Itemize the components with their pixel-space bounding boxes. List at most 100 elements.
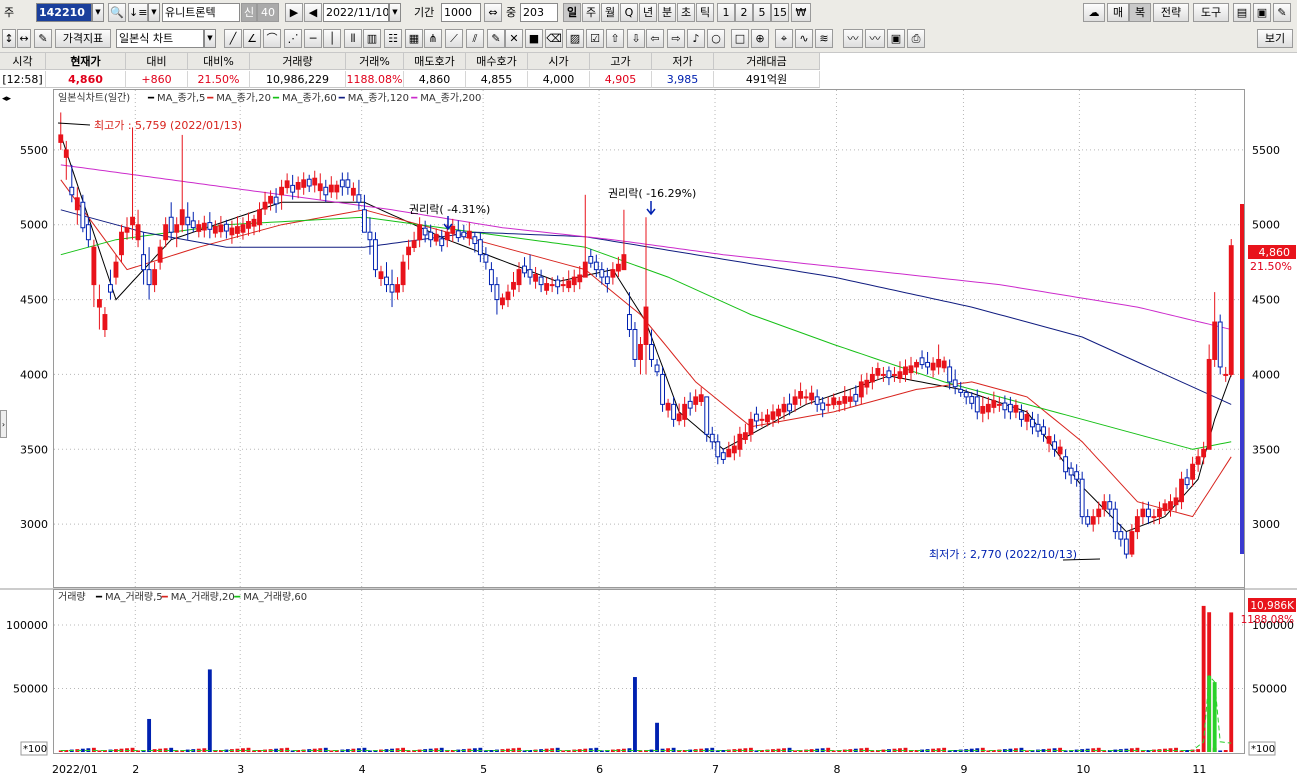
volume-bar xyxy=(953,750,958,752)
print-icon[interactable]: ⎙ xyxy=(907,29,925,48)
tools-button[interactable]: 도구 xyxy=(1193,3,1229,22)
circle-icon[interactable]: ○ xyxy=(707,29,725,48)
stock-name-field[interactable]: 유니트론텍 xyxy=(162,3,240,22)
quote-value-1: 4,860 xyxy=(46,71,126,88)
period-button-9[interactable]: 2 xyxy=(735,3,753,22)
magnify-icon[interactable]: ⊕ xyxy=(751,29,769,48)
sort-dropdown-arrow[interactable]: ▼ xyxy=(148,3,160,22)
sort-icon[interactable]: ↓≡ xyxy=(128,3,148,22)
angle-line-icon[interactable]: ∠ xyxy=(243,29,261,48)
prev-icon[interactable]: ◀ xyxy=(304,3,322,22)
edit-icon[interactable]: ✎ xyxy=(34,29,52,48)
signal-icon[interactable]: 〰 xyxy=(843,29,863,48)
trade-button[interactable]: 매 xyxy=(1107,3,1129,22)
fan-icon[interactable]: ⋰ xyxy=(284,29,302,48)
arc-icon[interactable]: ⌒ xyxy=(263,29,281,48)
period-button-5[interactable]: 분 xyxy=(658,3,676,22)
candle-body xyxy=(593,261,599,271)
date-dropdown-arrow[interactable]: ▼ xyxy=(389,3,401,22)
view-button[interactable]: 보기 xyxy=(1257,29,1293,48)
crosshair-icon[interactable]: ⌖ xyxy=(775,29,793,48)
check-icon[interactable]: ☑ xyxy=(586,29,604,48)
legend-dash: ━ xyxy=(206,93,214,104)
parallel-icon[interactable]: ⫽ xyxy=(466,29,484,48)
volume-bar xyxy=(1113,749,1118,752)
period-button-11[interactable]: 15 xyxy=(771,3,789,22)
period-button-10[interactable]: 5 xyxy=(753,3,771,22)
line-icon[interactable]: ╱ xyxy=(224,29,242,48)
grid-icon[interactable]: ▥ xyxy=(363,29,381,48)
period-button-12[interactable]: ₩ xyxy=(791,3,811,22)
candle-body xyxy=(284,180,290,189)
rect-icon[interactable]: □ xyxy=(731,29,749,48)
chart-type-select[interactable]: 일본식 차트 xyxy=(116,29,204,48)
vertical-resize-icon[interactable]: ↕ xyxy=(2,29,16,48)
search-icon[interactable]: 🔍 xyxy=(108,3,126,22)
candle-body xyxy=(339,179,345,188)
next-icon[interactable]: ▶ xyxy=(285,3,303,22)
candle-body xyxy=(781,403,787,413)
trend-icon[interactable]: ⟋ xyxy=(445,29,463,48)
candle-body xyxy=(1157,508,1162,518)
cross-icon[interactable]: ✕ xyxy=(505,29,523,48)
table-icon[interactable]: ☷ xyxy=(384,29,402,48)
candle-body xyxy=(1140,508,1146,518)
volume-bar xyxy=(169,747,174,752)
picture-icon[interactable]: ▨ xyxy=(566,29,584,48)
grid2-icon[interactable]: ▦ xyxy=(405,29,423,48)
legend-ma-price: MA_종가,60 xyxy=(282,92,337,104)
note-icon[interactable]: ♪ xyxy=(687,29,705,48)
candle-body xyxy=(119,231,124,256)
period-input[interactable]: 1000 xyxy=(441,3,481,22)
volume-tick-right: 50000 xyxy=(1252,682,1287,695)
hline-icon[interactable]: ─ xyxy=(304,29,322,48)
vline-icon[interactable]: │ xyxy=(323,29,341,48)
up-arrow-icon[interactable]: ⇧ xyxy=(606,29,624,48)
wave-icon[interactable]: ∿ xyxy=(795,29,813,48)
zoom-icon[interactable]: ⇔ xyxy=(484,3,502,22)
pct-tag: 21.50% xyxy=(1250,260,1292,273)
count-input[interactable]: 203 xyxy=(520,3,558,22)
eraser-icon[interactable]: ⌫ xyxy=(545,29,563,48)
quote-value-7: 4,855 xyxy=(466,71,528,88)
vlines-icon[interactable]: ⦀ xyxy=(344,29,362,48)
cloud-icon[interactable]: ☁ xyxy=(1083,3,1105,22)
multi-button[interactable]: 복 xyxy=(1129,3,1151,22)
candle-body xyxy=(157,246,163,263)
right-arrow-icon[interactable]: ⇨ xyxy=(667,29,685,48)
chart-type-dropdown-arrow[interactable]: ▼ xyxy=(204,29,216,48)
quote-value-11: 491억원 xyxy=(714,71,820,88)
down-arrow-icon[interactable]: ⇩ xyxy=(627,29,645,48)
strategy-button[interactable]: 전략 xyxy=(1153,3,1189,22)
screenshot-icon[interactable]: ▣ xyxy=(887,29,905,48)
save-icon[interactable]: ▣ xyxy=(1253,3,1271,22)
price-volume-chart[interactable]: 3000 3000 3500 3500 4000 4000 4500 4500 5000 5000… xyxy=(0,89,1297,776)
period-button-6[interactable]: 초 xyxy=(677,3,695,22)
wave2-icon[interactable]: ≋ xyxy=(815,29,833,48)
period-button-3[interactable]: Q xyxy=(620,3,638,22)
collapse-panel-handle[interactable]: › xyxy=(0,410,7,438)
period-button-4[interactable]: 년 xyxy=(639,3,657,22)
candle-body xyxy=(500,297,505,306)
price-indicator-button[interactable]: 가격지표 xyxy=(55,29,111,48)
candle-body xyxy=(803,396,809,399)
color-icon[interactable]: ■ xyxy=(525,29,543,48)
period-button-0[interactable]: 일 xyxy=(563,3,581,22)
open-folder-icon[interactable]: ▤ xyxy=(1233,3,1251,22)
left-arrow-icon[interactable]: ⇦ xyxy=(646,29,664,48)
horizontal-resize-icon[interactable]: ↔ xyxy=(17,29,31,48)
candle-body xyxy=(687,400,693,409)
volume-bar xyxy=(285,747,290,752)
date-input[interactable]: 2022/11/10 xyxy=(323,3,389,22)
stock-code-input[interactable]: 142210 xyxy=(36,3,92,22)
code-dropdown-arrow[interactable]: ▼ xyxy=(92,3,104,22)
fork-icon[interactable]: ⋔ xyxy=(424,29,442,48)
candle-body xyxy=(1201,448,1207,458)
wrench-icon[interactable]: ✎ xyxy=(1273,3,1291,22)
period-button-1[interactable]: 주 xyxy=(582,3,600,22)
period-button-7[interactable]: 틱 xyxy=(696,3,714,22)
period-button-2[interactable]: 월 xyxy=(601,3,619,22)
signal2-icon[interactable]: 〰 xyxy=(865,29,885,48)
period-button-8[interactable]: 1 xyxy=(717,3,735,22)
pen-icon[interactable]: ✎ xyxy=(487,29,505,48)
